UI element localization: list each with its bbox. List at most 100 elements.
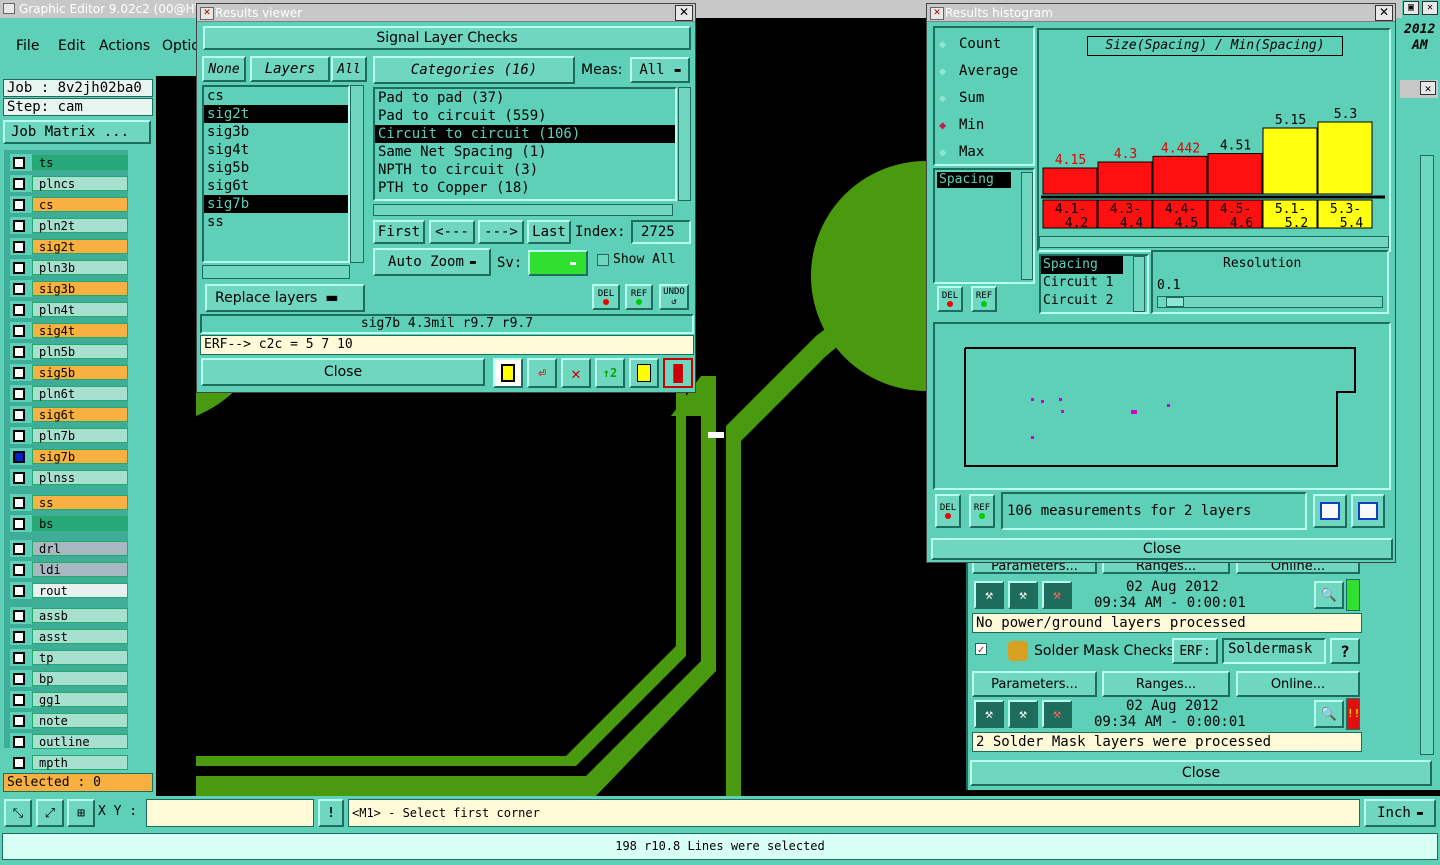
layer-row-sig2t[interactable]: sig2t [10, 238, 128, 255]
menu-options[interactable]: Optio [162, 38, 200, 54]
layer-checkbox[interactable] [10, 343, 32, 360]
layer-checkbox[interactable] [10, 607, 32, 624]
zoom-results-icon[interactable]: 🔍 [1314, 700, 1344, 728]
layer-checkbox[interactable] [10, 670, 32, 687]
histogram-bar[interactable] [1262, 127, 1318, 195]
window-restore-icon[interactable]: ▣ [1403, 1, 1419, 15]
list-item[interactable]: sig2t [204, 105, 348, 123]
histogram-bar[interactable] [1042, 167, 1098, 195]
layer-row-rout[interactable]: rout [10, 582, 128, 599]
list-item[interactable]: ss [204, 213, 348, 231]
zoom-results-icon[interactable]: 🔍 [1314, 581, 1344, 609]
layer-row-tp[interactable]: tp [10, 649, 128, 666]
layer-row-plncs[interactable]: plncs [10, 175, 128, 192]
layer-row-mpth[interactable]: mpth [10, 754, 128, 771]
layer-row-plnss[interactable]: plnss [10, 469, 128, 486]
online-button-2[interactable]: Online... [1236, 671, 1360, 697]
replace-layers-dropdown[interactable]: Replace layers ▬ [205, 284, 365, 312]
histogram-bar[interactable] [1097, 161, 1153, 195]
export-icon[interactable]: ⏎ [527, 358, 557, 388]
list-item[interactable]: sig7b [204, 195, 348, 213]
layer-checkbox[interactable] [10, 364, 32, 381]
all-button[interactable]: All [331, 56, 367, 82]
layers-button[interactable]: Layers [250, 56, 330, 82]
refresh-button[interactable]: REF [971, 286, 997, 312]
layer-checkbox[interactable] [10, 196, 32, 213]
attribute-scrollbar[interactable] [1133, 256, 1145, 312]
solder-check-checkbox[interactable]: ✓ [975, 643, 987, 655]
close-icon[interactable]: ✕ [1375, 5, 1393, 21]
checks-scrollbar[interactable] [1420, 155, 1434, 755]
layer-row-gg1[interactable]: gg1 [10, 691, 128, 708]
list-item[interactable]: Spacing [1041, 256, 1123, 274]
zoom-select-icon[interactable] [1351, 494, 1385, 528]
layer-row-assb[interactable]: assb [10, 607, 128, 624]
ranges-button-2[interactable]: Ranges... [1102, 671, 1230, 697]
board-preview[interactable] [933, 322, 1391, 490]
erf-button[interactable]: ERF: [1172, 638, 1218, 664]
prev-button[interactable]: <--- [429, 220, 475, 244]
layer-checkbox[interactable] [10, 322, 32, 339]
layer-checkbox[interactable] [10, 515, 32, 532]
list-item[interactable]: Spacing [937, 172, 1011, 188]
step-icon[interactable]: ↑2 [595, 358, 625, 388]
chart-hscrollbar[interactable] [1039, 236, 1389, 248]
run-check-2-icon[interactable]: ⚒ [1008, 700, 1038, 728]
refresh-button[interactable]: REF [969, 494, 995, 528]
layer-row-sig5b[interactable]: sig5b [10, 364, 128, 381]
results-close-button[interactable]: Close [201, 358, 485, 386]
layer-checkbox[interactable] [10, 175, 32, 192]
layer-checkbox[interactable] [10, 238, 32, 255]
layer-row-note[interactable]: note [10, 712, 128, 729]
refresh-button[interactable]: REF [625, 284, 653, 310]
layer-row-cs[interactable]: cs [10, 196, 128, 213]
mode-radio-max[interactable]: ◆ Max [939, 142, 984, 162]
index-input[interactable]: 2725 [631, 220, 691, 244]
undo-button[interactable]: UNDO ↺ [659, 284, 689, 310]
measure-list-scrollbar[interactable] [1021, 172, 1033, 280]
ref-off-icon[interactable]: ✕ [561, 358, 591, 388]
list-item[interactable]: sig4t [204, 141, 348, 159]
layer-checkbox[interactable] [10, 154, 32, 171]
layer-checkbox[interactable] [10, 649, 32, 666]
list-item[interactable]: Circuit 1 [1041, 274, 1147, 292]
menu-edit[interactable]: Edit [58, 38, 85, 54]
layer-checkbox[interactable] [10, 494, 32, 511]
list-item[interactable]: sig3b [204, 123, 348, 141]
slider-thumb[interactable] [1166, 297, 1184, 307]
layer-row-outline[interactable]: outline [10, 733, 128, 750]
layer-checkbox[interactable] [10, 691, 32, 708]
list-item[interactable]: NPTH to circuit (3) [375, 161, 675, 179]
layer-checkbox[interactable] [10, 301, 32, 318]
report-icon[interactable] [629, 358, 659, 388]
layer-checkbox[interactable] [10, 712, 32, 729]
select-icon[interactable] [493, 358, 523, 388]
erf-value-field[interactable]: Soldermask [1222, 638, 1326, 664]
layer-row-pln3b[interactable]: pln3b [10, 259, 128, 276]
show-all-checkbox[interactable] [597, 254, 609, 266]
histogram-bar[interactable] [1152, 155, 1208, 195]
layer-row-ldi[interactable]: ldi [10, 561, 128, 578]
layer-checkbox[interactable] [10, 733, 32, 750]
checks-close-button[interactable]: Close [970, 760, 1432, 786]
layer-checkbox[interactable] [10, 582, 32, 599]
list-item[interactable]: Circuit 2 [1041, 292, 1147, 310]
layer-checkbox[interactable] [10, 427, 32, 444]
layer-row-asst[interactable]: asst [10, 628, 128, 645]
delete-button[interactable]: DEL [935, 494, 961, 528]
auto-zoom-dropdown[interactable]: Auto Zoom ▬ [373, 248, 491, 276]
delete-button[interactable]: DEL [592, 284, 620, 310]
layer-checkbox[interactable] [10, 540, 32, 557]
mode-radio-sum[interactable]: ◆ Sum [939, 88, 984, 108]
measure-list[interactable]: Spacing [933, 168, 1035, 284]
categories-button[interactable]: Categories (16) [373, 56, 575, 84]
list-item[interactable]: Pad to pad (37) [375, 89, 675, 107]
layer-checkbox[interactable] [10, 754, 32, 771]
layer-checkbox[interactable] [10, 406, 32, 423]
next-button[interactable]: ---> [478, 220, 524, 244]
layer-list-scrollbar[interactable] [350, 85, 364, 263]
run-check-icon[interactable]: ⚒ [974, 581, 1004, 609]
xy-input[interactable] [146, 799, 314, 827]
warning-button[interactable]: ! [318, 799, 344, 827]
layer-row-ts[interactable]: ts [10, 154, 128, 171]
